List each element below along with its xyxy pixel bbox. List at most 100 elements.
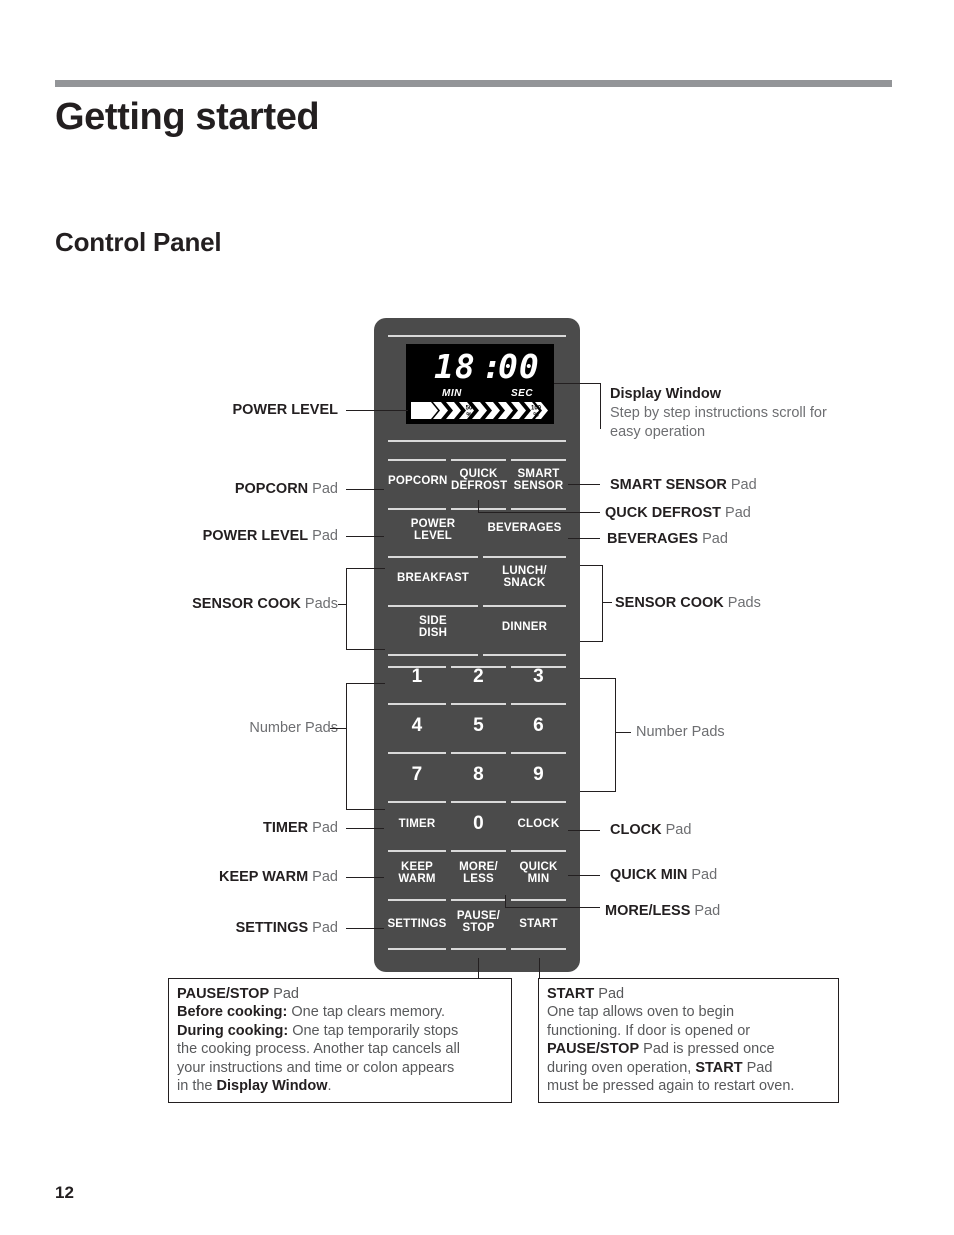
panel-separator bbox=[388, 801, 446, 803]
panel-separator bbox=[388, 703, 446, 705]
panel-separator bbox=[511, 850, 566, 852]
pad-label: 5 bbox=[473, 715, 484, 736]
pad-label: QUICK bbox=[519, 861, 558, 873]
display-min-unit: MIN bbox=[442, 388, 462, 399]
pad-number-0[interactable]: 0 bbox=[451, 814, 506, 833]
section-title: Control Panel bbox=[55, 227, 222, 257]
pad-number-5[interactable]: 5 bbox=[451, 716, 506, 735]
pad-start[interactable]: START bbox=[511, 918, 566, 931]
panel-separator bbox=[483, 654, 566, 656]
pad-number-3[interactable]: 3 bbox=[511, 667, 566, 686]
pad-label: POWER bbox=[410, 518, 456, 530]
callout-suffix: Pad bbox=[698, 531, 728, 547]
pad-breakfast[interactable]: BREAKFAST bbox=[388, 572, 478, 585]
pad-number-1[interactable]: 1 bbox=[388, 667, 446, 686]
pad-lunch-snack[interactable]: LUNCH/ SNACK bbox=[483, 565, 566, 589]
pad-label: CLOCK bbox=[517, 818, 560, 830]
callout-sensor-cook-pads-left: SENSOR COOK Pads bbox=[0, 595, 338, 613]
note-text: One tap clears memory. bbox=[287, 1004, 446, 1021]
callout-clock-pad: CLOCK Pad bbox=[610, 821, 691, 839]
callout-settings-pad: SETTINGS Pad bbox=[0, 919, 338, 937]
leader-line bbox=[568, 830, 600, 832]
pad-label: SETTINGS bbox=[387, 918, 447, 930]
callout-suffix: Pad bbox=[308, 820, 338, 836]
pad-number-4[interactable]: 4 bbox=[388, 716, 446, 735]
pad-smart-sensor[interactable]: SMART SENSOR bbox=[511, 468, 566, 492]
callout-suffix: Pad bbox=[687, 867, 718, 883]
leader-line bbox=[478, 500, 480, 512]
pad-label: 3 bbox=[533, 666, 544, 687]
callout-label: TIMER bbox=[263, 820, 309, 836]
pad-number-2[interactable]: 2 bbox=[451, 667, 506, 686]
panel-separator bbox=[451, 459, 506, 461]
leader-line bbox=[505, 895, 507, 907]
callout-label: POPCORN bbox=[234, 481, 309, 497]
pad-quick-defrost[interactable]: QUICK DEFROST bbox=[451, 468, 507, 492]
leader-line bbox=[600, 383, 602, 429]
pad-label-2: SNACK bbox=[503, 576, 546, 589]
callout-smart-sensor-pad: SMART SENSOR Pad bbox=[610, 476, 757, 494]
panel-separator bbox=[388, 440, 566, 442]
callout-label: BEVERAGES bbox=[607, 531, 699, 547]
pad-label: 0 bbox=[473, 813, 484, 834]
panel-separator bbox=[388, 752, 446, 754]
panel-separator bbox=[388, 605, 478, 607]
panel-separator bbox=[388, 899, 446, 901]
panel-separator bbox=[483, 605, 566, 607]
panel-separator bbox=[388, 850, 446, 852]
pad-pause-stop[interactable]: PAUSE/ STOP bbox=[451, 910, 506, 934]
callout-quick-defrost-pad: QUCK DEFROST Pad bbox=[605, 504, 751, 522]
note-text: must be pressed again to restart oven. bbox=[547, 1078, 795, 1095]
pad-side-dish[interactable]: SIDE DISH bbox=[388, 615, 478, 639]
leader-line bbox=[478, 958, 480, 979]
pad-label: 2 bbox=[473, 666, 484, 687]
callout-suffix: Pad bbox=[308, 869, 338, 885]
pad-beverages[interactable]: BEVERAGES bbox=[483, 522, 566, 535]
panel-separator bbox=[511, 948, 566, 950]
note-text: Pad is pressed once bbox=[639, 1041, 775, 1058]
bracket-number-pads-right bbox=[580, 678, 616, 792]
pad-label: LUNCH/ bbox=[502, 565, 547, 577]
pad-label: TIMER bbox=[398, 818, 436, 830]
pad-label-2: MIN bbox=[527, 872, 550, 885]
pad-label: PAUSE/ bbox=[456, 910, 501, 922]
pad-number-7[interactable]: 7 bbox=[388, 765, 446, 784]
callout-label: CLOCK bbox=[610, 822, 662, 838]
leader-line bbox=[568, 875, 600, 877]
panel-separator bbox=[511, 899, 566, 901]
pad-label-2: LEVEL bbox=[413, 529, 453, 542]
note-emphasis: START bbox=[695, 1059, 743, 1076]
pad-number-9[interactable]: 9 bbox=[511, 765, 566, 784]
pad-clock[interactable]: CLOCK bbox=[511, 818, 566, 831]
callout-suffix: Pads bbox=[300, 596, 338, 612]
pad-keep-warm[interactable]: KEEP WARM bbox=[388, 861, 446, 885]
bracket-sensor-cook-right bbox=[580, 565, 603, 642]
pad-dinner[interactable]: DINNER bbox=[483, 621, 566, 634]
pad-label: 9 bbox=[533, 764, 544, 785]
callout-power-level-pad: POWER LEVEL Pad bbox=[0, 527, 338, 545]
pad-quick-min[interactable]: QUICK MIN bbox=[511, 861, 566, 885]
page-number: 12 bbox=[55, 1183, 74, 1202]
callout-beverages-pad: BEVERAGES Pad bbox=[607, 530, 728, 548]
bar-mark-50: 50 bbox=[466, 406, 473, 412]
leader-line bbox=[505, 907, 600, 909]
pad-number-6[interactable]: 6 bbox=[511, 716, 566, 735]
pad-label: START bbox=[519, 918, 558, 930]
note-title: START bbox=[547, 986, 595, 1002]
pad-popcorn[interactable]: POPCORN bbox=[388, 475, 447, 488]
panel-separator bbox=[451, 752, 506, 754]
pad-settings[interactable]: SETTINGS bbox=[384, 918, 450, 931]
bracket-number-pads-left bbox=[346, 683, 385, 810]
pad-more-less[interactable]: MORE/ LESS bbox=[451, 861, 506, 885]
callout-number-pads-right: Number Pads bbox=[636, 723, 725, 741]
pad-power-level[interactable]: POWER LEVEL bbox=[388, 518, 478, 542]
pad-label: KEEP bbox=[400, 861, 434, 873]
panel-separator bbox=[388, 948, 446, 950]
pad-label-2: DISH bbox=[418, 626, 448, 639]
pad-timer[interactable]: TIMER bbox=[388, 818, 446, 831]
panel-separator bbox=[451, 948, 506, 950]
panel-separator bbox=[511, 703, 566, 705]
bar-mark-50-pct: % bbox=[466, 413, 472, 419]
pad-number-8[interactable]: 8 bbox=[451, 765, 506, 784]
display-seconds: 00 bbox=[498, 347, 540, 386]
